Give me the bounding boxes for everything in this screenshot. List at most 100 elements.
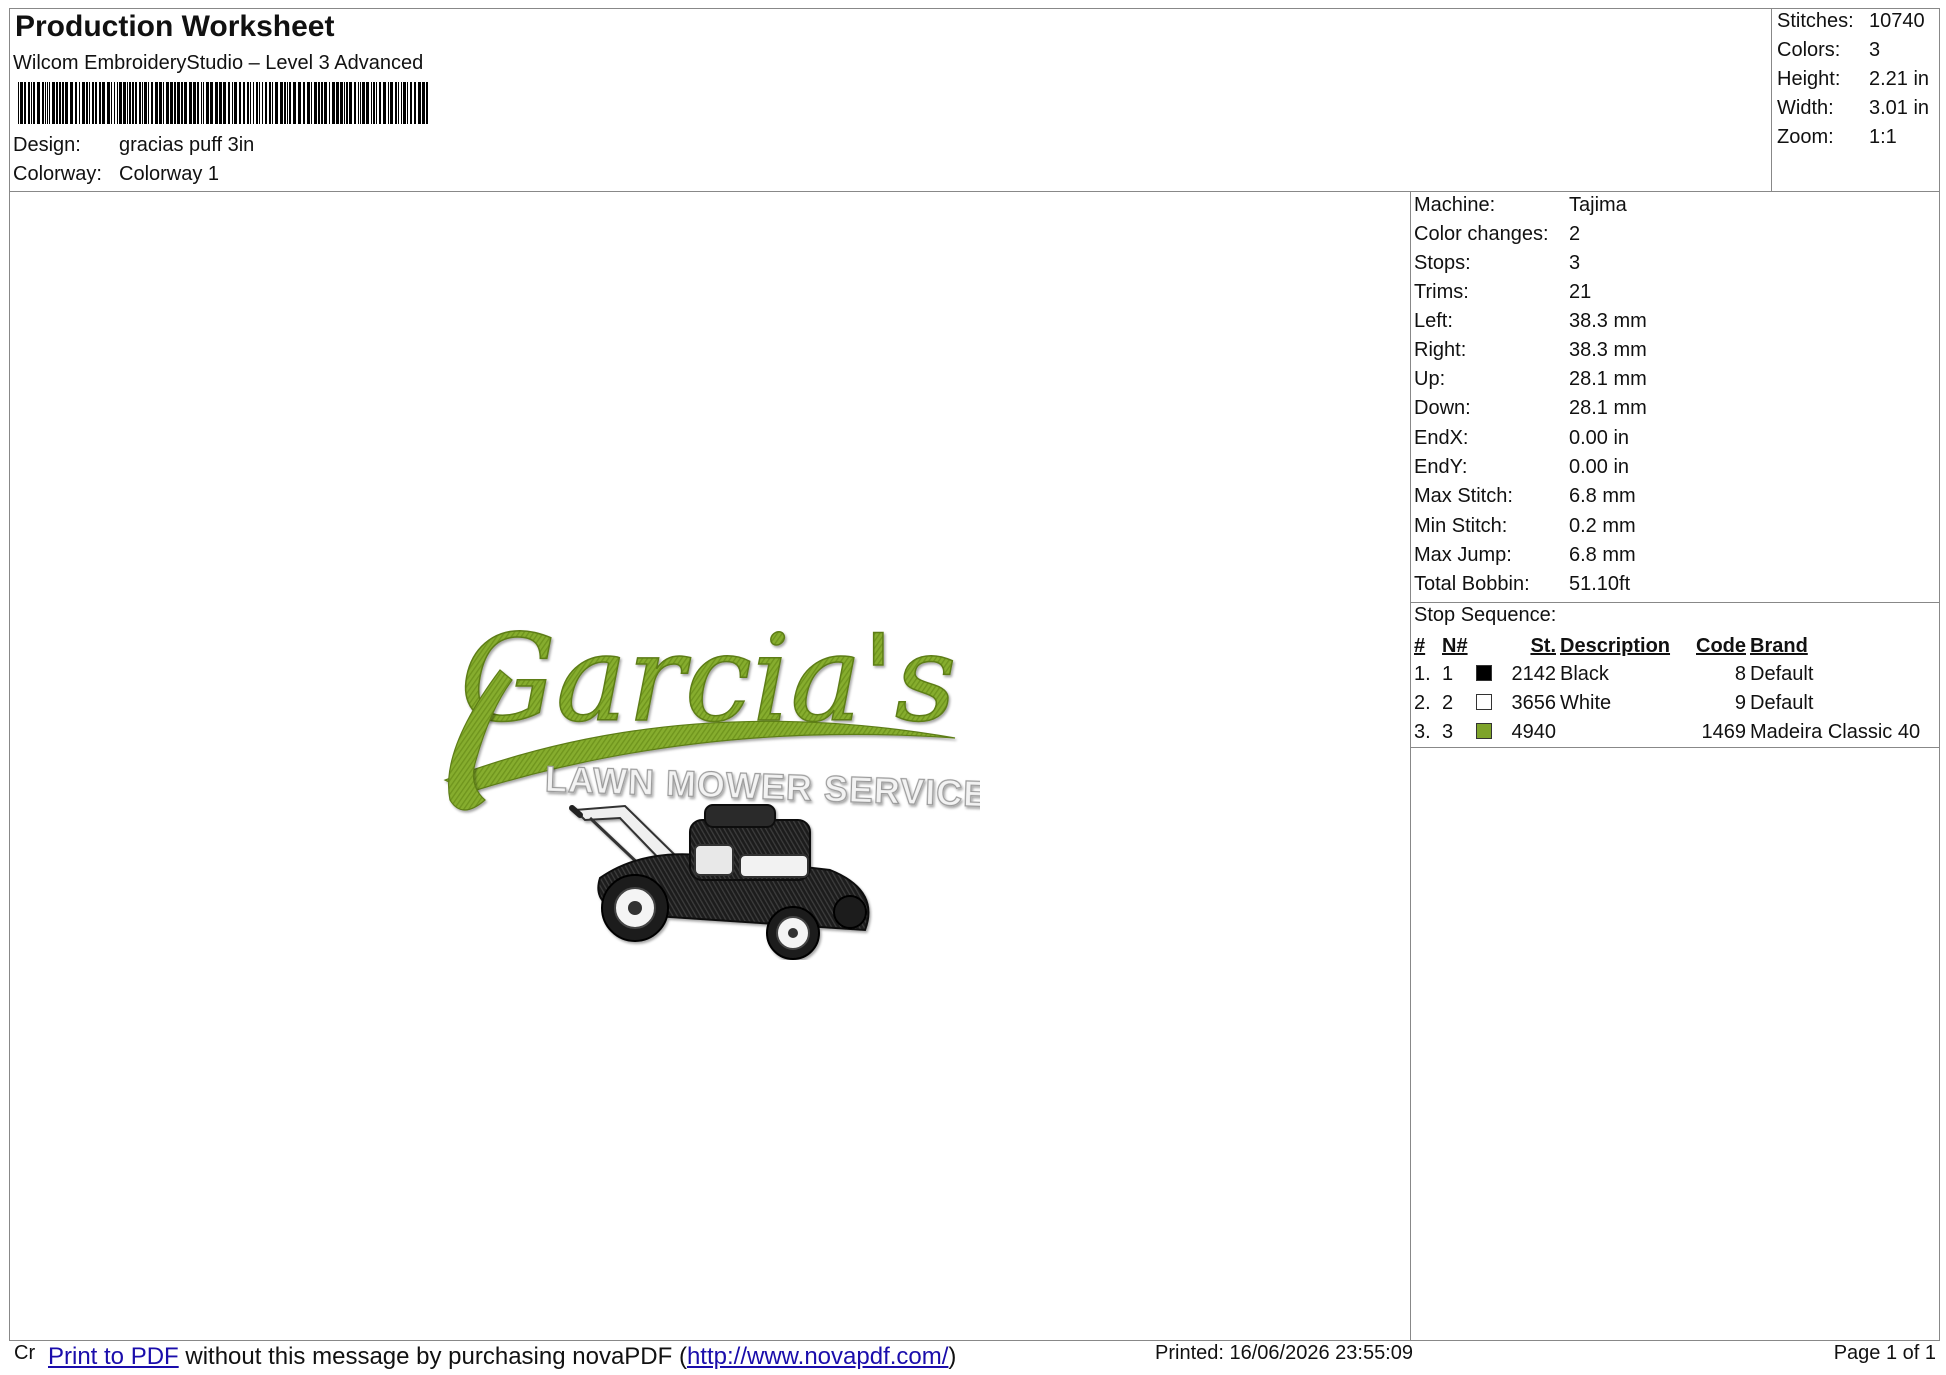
colorway-label: Colorway: bbox=[13, 163, 102, 185]
machine-row: EndX: 0.00 in bbox=[1414, 427, 1629, 450]
table-row: 1. 1 2142 Black 8 Default bbox=[1414, 660, 1924, 689]
column-header: Description bbox=[1560, 634, 1671, 657]
machine-label: Up: bbox=[1414, 368, 1446, 390]
color-swatch-cell bbox=[1476, 718, 1502, 747]
machine-label: Right: bbox=[1414, 339, 1467, 361]
machine-row: Trims: 21 bbox=[1414, 281, 1591, 304]
colorway-value: Colorway 1 bbox=[119, 163, 220, 185]
machine-label: Max Stitch: bbox=[1414, 485, 1513, 507]
machine-value: 51.10ft bbox=[1569, 573, 1631, 595]
lawn-mower-icon bbox=[569, 804, 870, 960]
stitch-count: 3656 bbox=[1511, 692, 1557, 714]
machine-value: 28.1 mm bbox=[1569, 397, 1647, 419]
color-description: Black bbox=[1560, 663, 1609, 685]
machine-label: EndX: bbox=[1414, 427, 1469, 449]
table-row: 2. 2 3656 White 9 Default bbox=[1414, 689, 1924, 718]
machine-value: 0.2 mm bbox=[1569, 515, 1636, 537]
machine-label: Min Stitch: bbox=[1414, 515, 1508, 537]
novapdf-message: Print to PDF without this message by pur… bbox=[44, 1343, 961, 1371]
machine-value: 21 bbox=[1569, 281, 1592, 303]
machine-label: Color changes: bbox=[1414, 223, 1549, 245]
summary-value: 2.21 in bbox=[1869, 68, 1930, 90]
table-row: 3. 3 4940 1469 Madeira Classic 40 bbox=[1414, 718, 1924, 747]
footer-cr-text: Cr bbox=[14, 1342, 36, 1364]
row-index: 1. bbox=[1414, 663, 1431, 685]
machine-label: Machine: bbox=[1414, 194, 1496, 216]
machine-row: EndY: 0.00 in bbox=[1414, 456, 1629, 479]
summary-row: Stitches: 10740 bbox=[1777, 10, 1925, 33]
thread-code: 1469 bbox=[1701, 721, 1747, 743]
design-row: Design: gracias puff 3in bbox=[13, 134, 254, 157]
thread-brand: Default bbox=[1750, 692, 1814, 714]
machine-label: Down: bbox=[1414, 397, 1471, 419]
machine-value: 0.00 in bbox=[1569, 456, 1630, 478]
summary-value: 10740 bbox=[1869, 10, 1925, 32]
machine-value: 6.8 mm bbox=[1569, 544, 1636, 566]
empty-panel bbox=[1410, 747, 1940, 1341]
machine-label: Stops: bbox=[1414, 252, 1471, 274]
machine-value: 2 bbox=[1569, 223, 1581, 245]
summary-label: Colors: bbox=[1777, 39, 1841, 61]
column-header: Brand bbox=[1750, 634, 1808, 657]
summary-value: 3.01 in bbox=[1869, 97, 1930, 119]
color-description: White bbox=[1560, 692, 1612, 714]
page-title: Production Worksheet bbox=[15, 10, 335, 43]
stop-sequence-title: Stop Sequence: bbox=[1414, 604, 1557, 626]
needle-number: 2 bbox=[1442, 692, 1454, 714]
summary-label: Width: bbox=[1777, 97, 1834, 119]
machine-row: Total Bobbin: 51.10ft bbox=[1414, 573, 1630, 596]
design-label: Design: bbox=[13, 134, 81, 156]
summary-label: Height: bbox=[1777, 68, 1841, 90]
software-name: Wilcom EmbroideryStudio – Level 3 Advanc… bbox=[13, 52, 424, 74]
color-swatch-cell bbox=[1476, 689, 1502, 718]
machine-row: Machine: Tajima bbox=[1414, 194, 1627, 217]
machine-row: Max Jump: 6.8 mm bbox=[1414, 544, 1636, 567]
summary-label: Stitches: bbox=[1777, 10, 1854, 32]
color-swatch bbox=[1476, 723, 1492, 739]
machine-value: 38.3 mm bbox=[1569, 310, 1647, 332]
machine-value: 0.00 in bbox=[1569, 427, 1630, 449]
novapdf-message-text: without this message by purchasing novaP… bbox=[178, 1343, 687, 1370]
thread-brand: Madeira Classic 40 bbox=[1750, 721, 1921, 743]
machine-row: Up: 28.1 mm bbox=[1414, 368, 1647, 391]
page-number: Page 1 of 1 bbox=[1833, 1342, 1936, 1364]
novapdf-url-link[interactable]: http://www.novapdf.com/ bbox=[687, 1343, 948, 1370]
machine-row: Right: 38.3 mm bbox=[1414, 339, 1647, 362]
machine-label: Left: bbox=[1414, 310, 1453, 332]
machine-value: 3 bbox=[1569, 252, 1581, 274]
design-value: gracias puff 3in bbox=[119, 134, 255, 156]
barcode-icon bbox=[18, 82, 428, 124]
table-header-row: # N# St. Description Code Brand bbox=[1414, 632, 1924, 660]
column-header: # bbox=[1414, 634, 1426, 657]
column-header: N# bbox=[1442, 634, 1468, 657]
machine-row: Min Stitch: 0.2 mm bbox=[1414, 515, 1636, 538]
machine-label: EndY: bbox=[1414, 456, 1468, 478]
summary-row: Width: 3.01 in bbox=[1777, 97, 1929, 120]
color-swatch-cell bbox=[1476, 660, 1502, 689]
machine-value: 38.3 mm bbox=[1569, 339, 1647, 361]
thread-code: 8 bbox=[1734, 663, 1746, 685]
machine-row: Max Stitch: 6.8 mm bbox=[1414, 485, 1636, 508]
machine-row: Left: 38.3 mm bbox=[1414, 310, 1647, 333]
summary-value: 3 bbox=[1869, 39, 1881, 61]
machine-label: Max Jump: bbox=[1414, 544, 1512, 566]
machine-value: Tajima bbox=[1569, 194, 1627, 216]
summary-row: Zoom: 1:1 bbox=[1777, 126, 1897, 149]
colorway-row: Colorway: Colorway 1 bbox=[13, 163, 219, 186]
column-header: St. bbox=[1530, 634, 1556, 657]
novapdf-close-paren: ) bbox=[948, 1343, 957, 1370]
color-swatch bbox=[1476, 694, 1492, 710]
machine-row: Down: 28.1 mm bbox=[1414, 397, 1647, 420]
row-index: 2. bbox=[1414, 692, 1431, 714]
summary-row: Colors: 3 bbox=[1777, 39, 1880, 62]
stitch-count: 2142 bbox=[1511, 663, 1557, 685]
summary-row: Height: 2.21 in bbox=[1777, 68, 1929, 91]
print-to-pdf-link[interactable]: Print to PDF bbox=[48, 1343, 179, 1370]
stitch-count: 4940 bbox=[1511, 721, 1557, 743]
machine-value: 6.8 mm bbox=[1569, 485, 1636, 507]
thread-code: 9 bbox=[1734, 692, 1746, 714]
printed-timestamp: Printed: 16/06/2026 23:55:09 bbox=[1155, 1342, 1413, 1364]
needle-number: 3 bbox=[1442, 721, 1454, 743]
machine-value: 28.1 mm bbox=[1569, 368, 1647, 390]
needle-number: 1 bbox=[1442, 663, 1454, 685]
